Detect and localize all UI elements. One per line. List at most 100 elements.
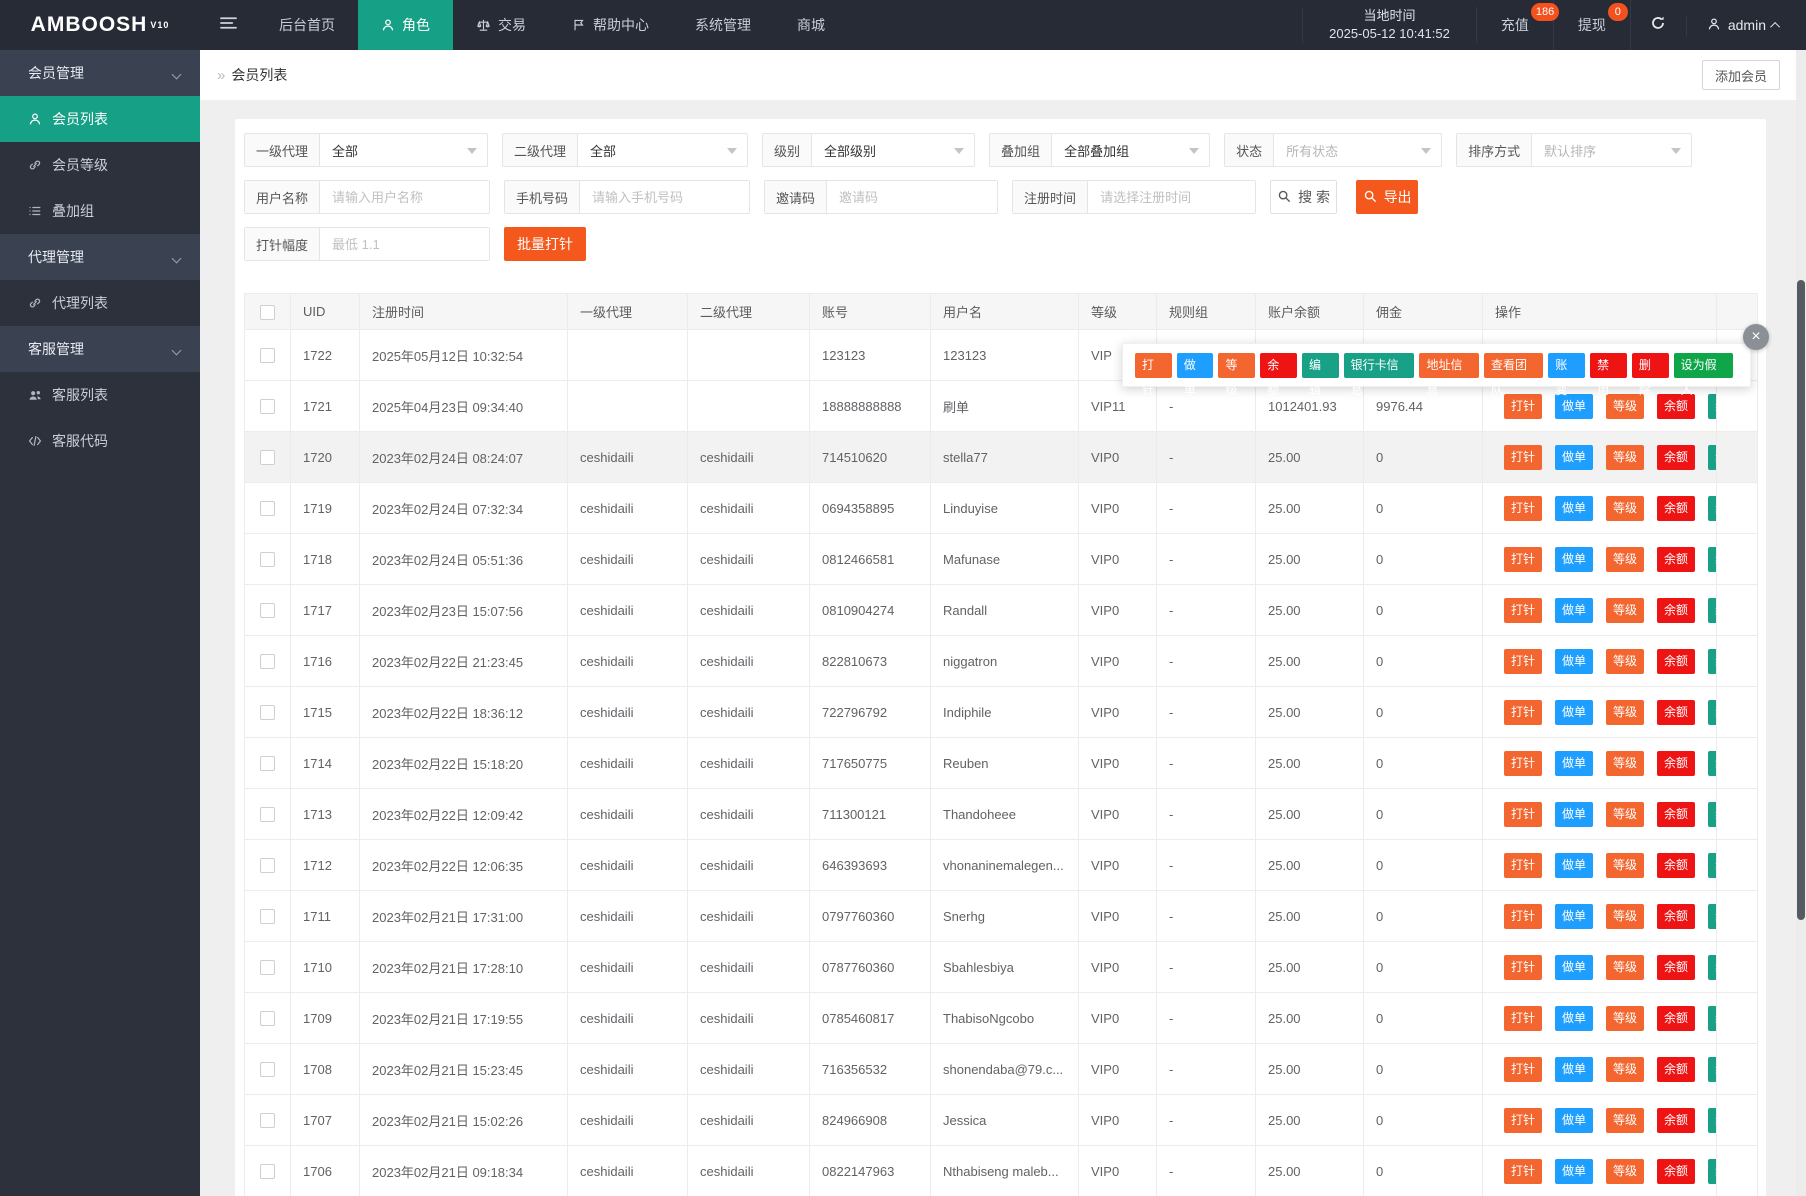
- filter-input[interactable]: [320, 181, 490, 213]
- row-action-等级[interactable]: 等级: [1606, 954, 1645, 980]
- row-action-打针[interactable]: 打针: [1504, 648, 1543, 674]
- row-action-打针[interactable]: 打针: [1504, 495, 1543, 521]
- popup-action-删除[interactable]: 删除: [1631, 352, 1669, 397]
- row-action-等级[interactable]: 等级: [1606, 852, 1645, 878]
- row-checkbox[interactable]: [260, 552, 275, 568]
- row-action-做单[interactable]: 做单: [1555, 1107, 1594, 1133]
- sidebar-item-service-code[interactable]: 客服代码: [0, 418, 200, 464]
- row-action-等级[interactable]: 等级: [1606, 546, 1645, 572]
- row-action-余额[interactable]: 余额: [1657, 699, 1696, 725]
- row-action-编辑[interactable]: 编辑: [1708, 1107, 1716, 1133]
- popup-action-查看团队[interactable]: 查看团队: [1483, 352, 1544, 397]
- row-action-打针[interactable]: 打针: [1504, 1056, 1543, 1082]
- row-action-打针[interactable]: 打针: [1504, 393, 1543, 419]
- row-checkbox[interactable]: [260, 399, 275, 415]
- row-checkbox[interactable]: [260, 501, 275, 517]
- row-action-做单[interactable]: 做单: [1555, 852, 1594, 878]
- scrollbar-thumb[interactable]: [1797, 280, 1805, 920]
- row-action-余额[interactable]: 余额: [1657, 648, 1696, 674]
- withdraw-button[interactable]: 提现 0: [1554, 0, 1631, 50]
- row-action-打针[interactable]: 打针: [1504, 852, 1543, 878]
- row-checkbox[interactable]: [260, 705, 275, 721]
- popup-action-余额[interactable]: 余额: [1260, 352, 1297, 397]
- select-all-checkbox[interactable]: [260, 304, 275, 320]
- sidebar-item-service-list[interactable]: 客服列表: [0, 372, 200, 418]
- row-action-编辑[interactable]: 编辑: [1708, 597, 1716, 623]
- row-action-等级[interactable]: 等级: [1606, 1158, 1645, 1184]
- row-action-余额[interactable]: 余额: [1657, 597, 1696, 623]
- row-checkbox[interactable]: [260, 1011, 275, 1027]
- sidebar-item-stack-group[interactable]: 叠加组: [0, 188, 200, 234]
- row-action-余额[interactable]: 余额: [1657, 495, 1696, 521]
- row-action-打针[interactable]: 打针: [1504, 1158, 1543, 1184]
- filter-select-value[interactable]: 全部级别: [812, 134, 974, 166]
- row-action-余额[interactable]: 余额: [1657, 801, 1696, 827]
- row-checkbox[interactable]: [260, 1164, 275, 1180]
- row-action-等级[interactable]: 等级: [1606, 597, 1645, 623]
- row-action-编辑[interactable]: 编辑: [1708, 699, 1716, 725]
- row-checkbox[interactable]: [260, 348, 275, 364]
- row-action-编辑[interactable]: 编辑: [1708, 903, 1716, 929]
- row-action-做单[interactable]: 做单: [1555, 903, 1594, 929]
- row-action-做单[interactable]: 做单: [1555, 1158, 1594, 1184]
- row-checkbox[interactable]: [260, 1113, 275, 1129]
- row-action-等级[interactable]: 等级: [1606, 699, 1645, 725]
- row-action-编辑[interactable]: 编辑: [1708, 750, 1716, 776]
- nav-item-home[interactable]: 后台首页: [256, 0, 358, 50]
- filter-select-value[interactable]: 所有状态: [1274, 134, 1441, 166]
- row-checkbox[interactable]: [260, 1062, 275, 1078]
- nav-item-help[interactable]: 帮助中心: [549, 0, 672, 50]
- row-action-余额[interactable]: 余额: [1657, 1005, 1696, 1031]
- row-action-等级[interactable]: 等级: [1606, 903, 1645, 929]
- row-action-余额[interactable]: 余额: [1657, 750, 1696, 776]
- row-action-编辑[interactable]: 编辑: [1708, 1158, 1716, 1184]
- row-action-余额[interactable]: 余额: [1657, 852, 1696, 878]
- sidebar-item-agent-management[interactable]: 代理管理: [0, 234, 200, 280]
- row-action-打针[interactable]: 打针: [1504, 546, 1543, 572]
- popup-action-禁用[interactable]: 禁用: [1590, 352, 1627, 397]
- sidebar-toggle-button[interactable]: [200, 0, 256, 50]
- popup-action-地址信息[interactable]: 地址信息: [1419, 352, 1479, 397]
- row-action-打针[interactable]: 打针: [1504, 699, 1543, 725]
- row-action-做单[interactable]: 做单: [1555, 1056, 1594, 1082]
- row-action-余额[interactable]: 余额: [1657, 1107, 1696, 1133]
- row-action-编辑[interactable]: 编辑: [1708, 546, 1716, 572]
- row-action-等级[interactable]: 等级: [1606, 648, 1645, 674]
- row-action-等级[interactable]: 等级: [1606, 1005, 1645, 1031]
- row-action-做单[interactable]: 做单: [1555, 495, 1594, 521]
- filter-input[interactable]: [827, 181, 998, 213]
- row-action-等级[interactable]: 等级: [1606, 750, 1645, 776]
- popup-action-等级[interactable]: 等级: [1218, 352, 1256, 397]
- row-action-打针[interactable]: 打针: [1504, 597, 1543, 623]
- sidebar-item-member-list[interactable]: 会员列表: [0, 96, 200, 142]
- export-button[interactable]: 导出: [1356, 180, 1419, 214]
- needle-range-input[interactable]: [320, 228, 490, 260]
- row-action-编辑[interactable]: 编辑: [1708, 444, 1716, 470]
- row-action-做单[interactable]: 做单: [1555, 597, 1594, 623]
- row-checkbox[interactable]: [260, 858, 275, 874]
- row-action-余额[interactable]: 余额: [1657, 954, 1696, 980]
- row-action-打针[interactable]: 打针: [1504, 903, 1543, 929]
- popup-close-button[interactable]: ×: [1743, 324, 1769, 350]
- row-action-等级[interactable]: 等级: [1606, 444, 1645, 470]
- row-action-余额[interactable]: 余额: [1657, 1056, 1696, 1082]
- sidebar-item-agent-list[interactable]: 代理列表: [0, 280, 200, 326]
- popup-action-设为假人[interactable]: 设为假人: [1673, 352, 1734, 397]
- row-action-打针[interactable]: 打针: [1504, 1107, 1543, 1133]
- popup-action-账变[interactable]: 账变: [1548, 352, 1586, 397]
- row-action-编辑[interactable]: 编辑: [1708, 1056, 1716, 1082]
- row-action-做单[interactable]: 做单: [1555, 954, 1594, 980]
- filter-input[interactable]: [580, 181, 750, 213]
- nav-item-role[interactable]: 角色: [358, 0, 453, 50]
- row-checkbox[interactable]: [260, 909, 275, 925]
- row-action-做单[interactable]: 做单: [1555, 546, 1594, 572]
- sidebar-item-member-level[interactable]: 会员等级: [0, 142, 200, 188]
- row-action-编辑[interactable]: 编辑: [1708, 648, 1716, 674]
- page-scrollbar[interactable]: [1796, 50, 1806, 1196]
- row-action-做单[interactable]: 做单: [1555, 750, 1594, 776]
- filter-select-value[interactable]: 全部叠加组: [1052, 134, 1209, 166]
- row-action-编辑[interactable]: 编辑: [1708, 852, 1716, 878]
- nav-item-system[interactable]: 系统管理: [672, 0, 774, 50]
- refresh-button[interactable]: [1631, 14, 1687, 36]
- row-action-余额[interactable]: 余额: [1657, 546, 1696, 572]
